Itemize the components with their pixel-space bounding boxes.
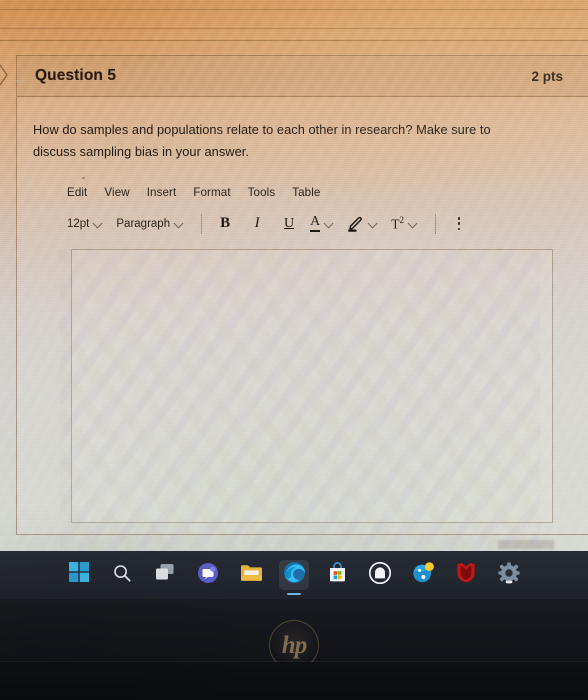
question-title: Question 5 [35,67,117,84]
question-header: Question 5 2 pts [17,56,588,97]
menu-item-insert[interactable]: Insert [147,186,177,199]
file-explorer-button[interactable] [236,560,266,590]
toolbar-separator-2 [434,213,436,234]
text-color-icon: A [310,215,321,233]
chevron-down-icon [93,219,102,228]
question-flag-icon[interactable] [0,64,8,86]
question-points: 2 pts [531,68,563,84]
superscript-icon: T2 [391,215,404,232]
page-divider-bottom [0,40,588,41]
question-card: Question 5 2 pts How do samples and popu… [16,55,588,535]
kebab-menu-icon [457,217,461,231]
menu-item-tools[interactable]: Tools [248,186,276,199]
laptop-bezel: hp [0,599,588,700]
mcafee-button[interactable] [451,560,481,590]
menu-item-edit[interactable]: Edit [67,186,87,199]
rich-content-editor: Edit View Insert Format Tools Table 12pt [33,186,573,523]
dust-speck [82,177,85,179]
editor-menu-bar: Edit View Insert Format Tools Table [33,186,573,199]
highlighter-pen-icon [347,215,364,232]
search-button[interactable] [107,560,137,590]
page-divider-top [0,9,588,10]
chevron-down-icon [324,219,333,228]
menu-item-format[interactable]: Format [193,186,230,199]
start-button[interactable] [64,560,94,590]
question-text: How do samples and populations relate to… [33,122,491,160]
app-button[interactable] [365,560,395,590]
microsoft-store-icon [327,562,348,588]
arch-home-icon [368,561,392,589]
more-options-button[interactable] [448,213,470,235]
highlight-color-button[interactable] [347,215,377,232]
folder-icon [240,563,263,588]
windows-logo-icon [68,562,90,588]
task-view-icon [155,563,176,587]
windows-taskbar [0,551,588,599]
gear-icon [498,561,520,589]
chevron-down-icon [408,219,417,228]
store-button[interactable] [322,560,352,590]
screen-area: Question 5 2 pts How do samples and popu… [0,0,588,551]
italic-button[interactable]: I [246,213,268,235]
question-body: How do samples and populations relate to… [17,97,588,523]
font-size-dropdown[interactable]: 12pt [67,218,102,230]
editor-toolbar: 12pt Paragraph B I U A T2 [33,213,573,235]
chevron-down-icon [368,219,377,228]
menu-item-table[interactable]: Table [292,186,320,199]
chevron-down-icon [174,219,183,228]
search-icon [112,563,132,588]
bezel-lower [0,662,588,700]
block-format-value: Paragraph [116,217,171,230]
page-content-cutoff [498,540,554,549]
font-size-value: 12pt [67,217,90,230]
menu-item-view[interactable]: View [104,186,129,199]
bezel-left-marker [14,80,24,82]
task-view-button[interactable] [150,560,180,590]
shield-icon [456,562,476,588]
superscript-button[interactable]: T2 [391,215,417,233]
answer-text-area[interactable] [71,248,553,523]
settings-button[interactable] [494,560,524,590]
globe-badge-icon [412,561,435,589]
laptop-screen-photo: Question 5 2 pts How do samples and popu… [0,0,588,700]
teams-chat-icon [197,562,219,589]
text-color-button[interactable]: A [310,215,333,233]
toolbar-separator [201,213,203,234]
xbox-button[interactable] [408,560,438,590]
bold-button[interactable]: B [214,213,236,235]
block-format-dropdown[interactable]: Paragraph [116,218,183,230]
page-divider-middle [0,28,588,29]
microsoft-edge-icon [283,561,306,589]
edge-button[interactable] [279,560,309,590]
underline-button[interactable]: U [278,213,300,235]
chat-button[interactable] [193,560,223,590]
